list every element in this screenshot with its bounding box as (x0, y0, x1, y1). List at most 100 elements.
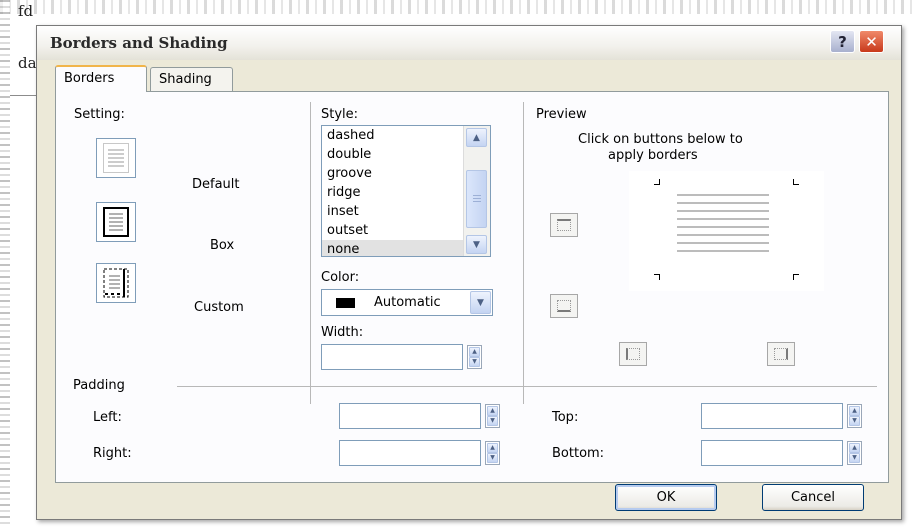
right-border-button[interactable] (767, 342, 795, 366)
style-option-groove[interactable]: groove (322, 164, 463, 183)
color-dropdown[interactable]: Automatic ▼ (321, 289, 493, 316)
cancel-button-label: Cancel (790, 490, 836, 505)
top-border-icon (557, 219, 571, 231)
preview-corner-mark (654, 274, 660, 280)
right-border-icon (774, 348, 788, 360)
background-doc-text-1: fd (18, 2, 34, 20)
preview-text-line (677, 250, 769, 252)
scroll-down-button[interactable]: ▼ (466, 235, 487, 254)
padding-right-label: Right: (93, 446, 132, 461)
close-button[interactable]: ✕ (859, 30, 884, 53)
top-border-button[interactable] (550, 213, 578, 237)
setting-box-icon (103, 207, 129, 237)
style-listbox[interactable]: dashed double groove ridge inset outset … (321, 125, 491, 257)
padding-bottom-spinner[interactable]: ▲ ▼ (847, 441, 862, 465)
style-scrollbar[interactable]: ▲ ▼ (463, 126, 490, 256)
tab-borders[interactable]: Borders (55, 65, 147, 92)
spin-down-icon[interactable]: ▼ (469, 357, 480, 367)
width-input[interactable] (321, 344, 463, 370)
setting-box-label: Box (210, 238, 235, 253)
ok-button-label: OK (656, 490, 676, 505)
preview-corner-mark (793, 274, 799, 280)
dialog-title: Borders and Shading (50, 34, 228, 52)
padding-top-label: Top: (552, 410, 579, 425)
color-label: Color: (321, 270, 360, 285)
style-option-ridge[interactable]: ridge (322, 183, 463, 202)
close-icon: ✕ (865, 32, 878, 51)
padding-left-label: Left: (93, 410, 122, 425)
bottom-border-button[interactable] (550, 294, 578, 318)
preview-text-line (677, 234, 769, 236)
padding-separator (177, 386, 877, 387)
setting-box-button[interactable] (96, 202, 136, 242)
setting-heading: Setting: (74, 107, 125, 122)
style-option-double[interactable]: double (322, 145, 463, 164)
setting-default-button[interactable] (96, 138, 136, 178)
chevron-up-icon: ▲ (473, 132, 480, 143)
torn-edge-left (0, 0, 10, 528)
preview-instruction-2: apply borders (608, 148, 698, 163)
padding-top-input[interactable] (701, 403, 843, 429)
preview-text-line (677, 194, 769, 196)
chevron-down-icon: ▼ (477, 297, 484, 308)
setting-custom-icon (103, 268, 129, 298)
width-label: Width: (321, 325, 364, 340)
color-value: Automatic (374, 295, 441, 310)
padding-heading: Padding (73, 378, 125, 393)
help-button[interactable]: ? (830, 30, 855, 53)
scroll-up-button[interactable]: ▲ (466, 128, 487, 147)
spin-up-icon[interactable]: ▲ (849, 443, 860, 453)
preview-corner-mark (793, 179, 799, 185)
spin-down-icon[interactable]: ▼ (849, 453, 860, 463)
setting-custom-button[interactable] (96, 263, 136, 303)
preview-text-line (677, 202, 769, 204)
preview-canvas (629, 171, 824, 291)
padding-right-spinner[interactable]: ▲ ▼ (485, 441, 500, 465)
spin-up-icon[interactable]: ▲ (487, 443, 498, 453)
setting-default-icon (103, 143, 129, 173)
preview-text-line (677, 242, 769, 244)
chevron-down-icon: ▼ (473, 239, 480, 250)
padding-bottom-label: Bottom: (552, 446, 605, 461)
left-border-button[interactable] (619, 342, 647, 366)
borders-and-shading-dialog: Borders and Shading ? ✕ Borders Shading … (36, 25, 902, 520)
preview-corner-mark (654, 179, 660, 185)
spin-down-icon[interactable]: ▼ (487, 416, 498, 426)
preview-heading: Preview (536, 107, 587, 122)
color-dropdown-button[interactable]: ▼ (470, 291, 491, 314)
separator-style-preview (523, 102, 524, 404)
spin-down-icon[interactable]: ▼ (487, 453, 498, 463)
style-heading: Style: (321, 107, 359, 122)
padding-right-input[interactable] (339, 440, 481, 466)
tab-borders-label: Borders (64, 71, 115, 86)
cancel-button[interactable]: Cancel (762, 484, 864, 511)
padding-left-spinner[interactable]: ▲ ▼ (485, 404, 500, 428)
ok-button[interactable]: OK (615, 484, 717, 511)
padding-left-input[interactable] (339, 403, 481, 429)
padding-top-spinner[interactable]: ▲ ▼ (847, 404, 862, 428)
style-option-dashed[interactable]: dashed (322, 126, 463, 145)
grip-icon (473, 195, 481, 202)
spin-down-icon[interactable]: ▼ (849, 416, 860, 426)
torn-edge-top (0, 0, 917, 14)
color-swatch (336, 298, 355, 308)
width-spinner[interactable]: ▲ ▼ (467, 345, 482, 369)
style-option-outset[interactable]: outset (322, 221, 463, 240)
spin-up-icon[interactable]: ▲ (849, 406, 860, 416)
background-doc-text-2: da (18, 54, 37, 72)
bottom-border-icon (557, 300, 571, 312)
tab-shading[interactable]: Shading (150, 67, 233, 91)
preview-text-line (677, 226, 769, 228)
separator-setting-style (310, 102, 311, 404)
spin-up-icon[interactable]: ▲ (469, 347, 480, 357)
tab-shading-label: Shading (159, 72, 212, 87)
padding-bottom-input[interactable] (701, 440, 843, 466)
spin-up-icon[interactable]: ▲ (487, 406, 498, 416)
title-bar: Borders and Shading ? ✕ (37, 26, 901, 60)
setting-custom-label: Custom (194, 300, 244, 315)
style-option-inset[interactable]: inset (322, 202, 463, 221)
setting-default-label: Default (192, 177, 240, 192)
style-option-none[interactable]: none (322, 240, 463, 256)
scroll-thumb[interactable] (466, 170, 487, 228)
help-icon: ? (838, 32, 847, 51)
